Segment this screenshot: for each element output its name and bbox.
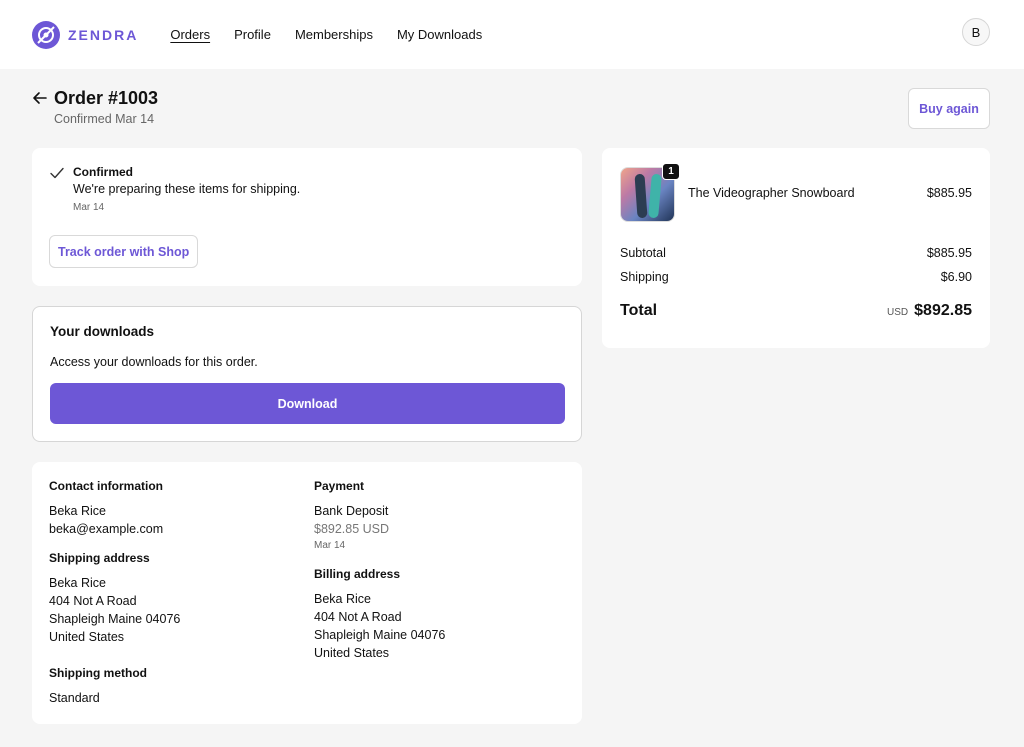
contact-section: Contact information Beka Rice beka@examp… xyxy=(49,479,180,538)
total-label: Total xyxy=(620,302,658,319)
page-title: Order #1003 xyxy=(54,88,159,108)
product-price: $885.95 xyxy=(926,186,972,200)
back-arrow-icon[interactable] xyxy=(32,90,48,106)
details-column-right: Payment Bank Deposit $892.85 USD Mar 14 … xyxy=(314,479,445,675)
quantity-badge: 1 xyxy=(662,163,680,180)
shipping-row: Shipping $6.90 xyxy=(620,270,972,284)
downloads-description: Access your downloads for this order. xyxy=(50,355,258,369)
shipping-address-label: Shipping address xyxy=(49,551,150,565)
details-column-left: Contact information Beka Rice beka@examp… xyxy=(49,479,180,720)
downloads-card: Your downloads Access your downloads for… xyxy=(32,306,582,442)
address-line: Beka Rice xyxy=(49,576,106,590)
order-header: Order #1003 Confirmed Mar 14 Buy again xyxy=(32,88,990,132)
total-row: Total USD $892.85 xyxy=(620,302,972,320)
snowboard-image-part xyxy=(634,173,648,219)
top-bar: ZENDRA Orders Profile Memberships My Dow… xyxy=(0,0,1024,69)
status-label: Confirmed xyxy=(73,165,133,179)
contact-label: Contact information xyxy=(49,479,163,493)
billing-address-section: Billing address Beka Rice 404 Not A Road… xyxy=(314,567,445,662)
order-details-card: Contact information Beka Rice beka@examp… xyxy=(32,462,582,724)
brand-logo[interactable]: ZENDRA xyxy=(32,20,139,49)
subtotal-label: Subtotal xyxy=(620,246,666,260)
track-order-button[interactable]: Track order with Shop xyxy=(49,235,199,268)
nav-memberships[interactable]: Memberships xyxy=(295,27,373,42)
snowboard-image-part xyxy=(648,173,662,219)
address-line: Beka Rice xyxy=(314,592,371,606)
contact-email: beka@example.com xyxy=(49,522,164,536)
download-button[interactable]: Download xyxy=(50,383,565,424)
address-line: 404 Not A Road xyxy=(314,610,402,624)
address-line: 404 Not A Road xyxy=(49,594,137,608)
buy-again-button[interactable]: Buy again xyxy=(908,88,990,129)
payment-date: Mar 14 xyxy=(314,540,346,551)
address-line: Shapleigh Maine 04076 xyxy=(49,612,181,626)
status-date: Mar 14 xyxy=(73,202,105,213)
payment-label: Payment xyxy=(314,479,365,493)
order-status-card: Confirmed We're preparing these items fo… xyxy=(32,148,582,286)
payment-section: Payment Bank Deposit $892.85 USD Mar 14 xyxy=(314,479,445,554)
order-summary-card: 1 The Videographer Snowboard $885.95 Sub… xyxy=(602,148,990,348)
logo-icon xyxy=(32,20,60,49)
shipping-method-value: Standard xyxy=(49,691,100,705)
total-value: $892.85 xyxy=(914,302,972,319)
billing-address-label: Billing address xyxy=(314,567,401,581)
address-line: United States xyxy=(314,646,390,660)
address-line: Shapleigh Maine 04076 xyxy=(314,628,446,642)
shipping-label: Shipping xyxy=(620,270,669,284)
shipping-method-section: Shipping method Standard xyxy=(49,666,180,707)
shipping-value: $6.90 xyxy=(940,270,972,284)
product-name: The Videographer Snowboard xyxy=(688,186,855,200)
subtotal-value: $885.95 xyxy=(926,246,972,260)
shipping-method-label: Shipping method xyxy=(49,666,147,680)
currency-code: USD xyxy=(887,307,909,318)
main-nav: Orders Profile Memberships My Downloads xyxy=(170,27,482,42)
total-amount: USD $892.85 xyxy=(887,302,972,320)
downloads-title: Your downloads xyxy=(50,324,154,339)
shipping-address-section: Shipping address Beka Rice 404 Not A Roa… xyxy=(49,551,180,646)
nav-my-downloads[interactable]: My Downloads xyxy=(397,27,482,42)
brand-name: ZENDRA xyxy=(68,26,139,43)
user-avatar[interactable]: B xyxy=(962,18,990,46)
check-icon xyxy=(50,167,64,179)
status-message: We're preparing these items for shipping… xyxy=(73,182,301,196)
address-line: United States xyxy=(49,630,125,644)
contact-name: Beka Rice xyxy=(49,504,106,518)
order-subtitle: Confirmed Mar 14 xyxy=(54,112,155,126)
subtotal-row: Subtotal $885.95 xyxy=(620,246,972,260)
nav-orders[interactable]: Orders xyxy=(170,27,210,42)
payment-method: Bank Deposit xyxy=(314,504,389,518)
payment-amount: $892.85 USD xyxy=(314,522,390,536)
nav-profile[interactable]: Profile xyxy=(234,27,271,42)
